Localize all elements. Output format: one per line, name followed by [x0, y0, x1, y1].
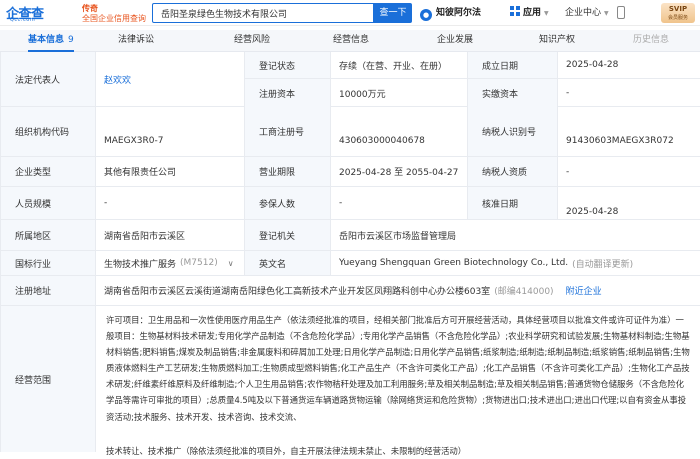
approve-date-value: 2025-04-28 [566, 207, 619, 217]
search-box [152, 3, 374, 23]
slogan: 传奇 全国企业信用查询 [82, 3, 150, 23]
biz-reg-value: 430603000040678 [339, 135, 425, 146]
approve-date-label: 核准日期 [467, 187, 558, 219]
app-menu-button[interactable]: 应用 ▼ [510, 5, 549, 21]
region-label: 所属地区 [0, 220, 96, 250]
table-row: 经营范围 许可项目：卫生用品和一次性使用医疗用品生产（依法须经批准的项目，经相关… [0, 306, 700, 456]
vip-title: SVIP [668, 5, 688, 13]
est-date-label: 成立日期 [467, 52, 558, 78]
chevron-down-icon: ▼ [604, 10, 609, 17]
tab-history[interactable]: 历史信息 [633, 30, 669, 52]
svip-button[interactable]: SVIP 会员服务 [661, 3, 695, 23]
scope-text-2: 技术转让、技术推广（除依法须经批准的项目外，自主开展法律法规未禁止、未限制的经营… [106, 445, 467, 456]
staff-size-label: 人员规模 [0, 187, 96, 219]
reg-status-label: 登记状态 [244, 52, 331, 78]
biz-reg-label: 工商注册号 [244, 107, 331, 156]
top-header: 企查查 Qcc.com 传奇 全国企业信用查询 查一下 ●知彼阿尔法 应用▼ 企… [0, 0, 700, 26]
industry-code: (M7512) [180, 258, 218, 268]
address-cell: 湖南省岳阳市云溪区云溪街道湖南岳阳绿色化工高新技术产业开发区凤翔路科创中心办公楼… [96, 276, 700, 305]
table-row: 组织机构代码 MAEGX3R0-7 工商注册号 430603000040678 … [0, 107, 700, 157]
legal-rep-label: 法定代表人 [0, 52, 96, 106]
table-row: 企业类型 其他有限责任公司 营业期限 2025-04-28 至 2055-04-… [0, 157, 700, 187]
tab-risk[interactable]: 经营风险 [234, 30, 270, 52]
authority-value: 岳阳市云溪区市场监督管理局 [339, 231, 457, 242]
status-subrow: 登记状态 存续（在营、开业、在册） 成立日期 2025-04-28 [244, 52, 700, 79]
biz-term-value: 2025-04-28 至 2055-04-27 [339, 168, 459, 178]
scope-text-1: 许可项目：卫生用品和一次性使用医疗用品生产（依法须经批准的项目，经相关部门批准后… [106, 315, 690, 422]
tab-label: 基本信息 [28, 35, 65, 45]
english-name-value: Yueyang Shengquan Green Biotechnology Co… [339, 258, 569, 268]
reg-capital-label: 注册资本 [244, 79, 331, 107]
tab-ip[interactable]: 知识产权 [539, 30, 575, 52]
ai-assistant-button[interactable]: ● 知彼阿尔法 [420, 5, 481, 21]
chevron-down-icon[interactable]: ∨ [228, 259, 234, 268]
biz-term-label: 营业期限 [244, 157, 331, 186]
tab-legal[interactable]: 法律诉讼 [118, 30, 154, 52]
tab-basic-info[interactable]: 基本信息 9 [28, 30, 74, 52]
industry-value: 生物技术推广服务 [104, 259, 177, 270]
english-name-cell: Yueyang Shengquan Green Biotechnology Co… [331, 251, 700, 275]
paid-capital-label: 实缴资本 [467, 79, 558, 107]
org-code-value: MAEGX3R0-7 [104, 135, 164, 146]
industry-label: 国标行业 [0, 251, 96, 275]
table-row: 人员规模 - 参保人数 - 核准日期 2025-04-28 [0, 187, 700, 220]
scope-label: 经营范围 [0, 306, 96, 452]
slogan-line2: 全国企业信用查询 [82, 14, 146, 23]
mobile-phone-icon[interactable] [617, 6, 625, 19]
region-value: 湖南省岳阳市云溪区 [104, 231, 186, 242]
tab-operation[interactable]: 经营信息 [333, 30, 369, 52]
table-row: 国标行业 生物技术推广服务 (M7512) ∨ 英文名 Yueyang Shen… [0, 251, 700, 276]
taxpayer-id-label: 纳税人识别号 [467, 107, 558, 156]
enterprise-center-button[interactable]: 企业中心 ▼ [565, 5, 609, 21]
address-value: 湖南省岳阳市云溪区云溪街道湖南岳阳绿色化工高新技术产业开发区凤翔路科创中心办公楼… [104, 287, 491, 297]
qcc-logo[interactable]: 企查查 Qcc.com [6, 3, 86, 23]
english-name-label: 英文名 [244, 251, 331, 275]
table-row: 所属地区 湖南省岳阳市云溪区 登记机关 岳阳市云溪区市场监督管理局 [0, 220, 700, 251]
org-code-label: 组织机构代码 [0, 107, 96, 156]
company-type-label: 企业类型 [0, 157, 96, 186]
table-row: 注册地址 湖南省岳阳市云溪区云溪街道湖南岳阳绿色化工高新技术产业开发区凤翔路科创… [0, 276, 700, 306]
paid-capital-value: - [566, 88, 570, 98]
company-type-value: 其他有限责任公司 [104, 168, 177, 178]
staff-size-value: - [104, 198, 108, 208]
search-button[interactable]: 查一下 [374, 3, 412, 23]
taxpayer-id-value: 91430603MAEGX3R072 [566, 135, 674, 146]
auto-translate-note: (自动翻译更新) [572, 259, 634, 270]
chevron-down-icon: ▼ [544, 10, 549, 17]
grid-icon [510, 6, 520, 16]
industry-cell: 生物技术推广服务 (M7512) ∨ [96, 251, 244, 275]
postcode: (邮编414000) [494, 287, 554, 297]
tab-count: 9 [68, 35, 74, 45]
scope-value: 许可项目：卫生用品和一次性使用医疗用品生产（依法须经批准的项目，经相关部门批准后… [96, 306, 700, 459]
address-label: 注册地址 [0, 276, 96, 305]
app-label: 应用 [523, 8, 542, 18]
tab-development[interactable]: 企业发展 [437, 30, 473, 52]
center-label: 企业中心 [565, 8, 602, 18]
search-input[interactable] [153, 4, 373, 22]
est-date-value: 2025-04-28 [566, 60, 619, 70]
logo-domain: Qcc.com [10, 17, 36, 23]
nearby-companies-link[interactable]: 附近企业 [566, 284, 602, 297]
insured-value: - [339, 198, 343, 208]
ai-label: 知彼阿尔法 [436, 8, 482, 18]
table-row: 法定代表人 赵欢欢 登记状态 存续（在营、开业、在册） 成立日期 2025-04… [0, 52, 700, 107]
insured-label: 参保人数 [244, 187, 331, 219]
reg-capital-value: 10000万元 [339, 89, 386, 100]
section-tabs: 基本信息 9 法律诉讼 经营风险 经营信息 企业发展 知识产权 历史信息 [0, 30, 700, 52]
taxpayer-qual-label: 纳税人资质 [467, 157, 558, 186]
ai-logo-icon: ● [420, 9, 432, 21]
vip-subtitle: 会员服务 [667, 15, 688, 21]
legal-rep-value[interactable]: 赵欢欢 [96, 52, 244, 106]
capital-subrow: 注册资本 10000万元 实缴资本 - [244, 79, 700, 107]
taxpayer-qual-value: - [566, 166, 570, 177]
reg-status-value: 存续（在营、开业、在册） [339, 61, 448, 72]
authority-label: 登记机关 [244, 220, 331, 250]
